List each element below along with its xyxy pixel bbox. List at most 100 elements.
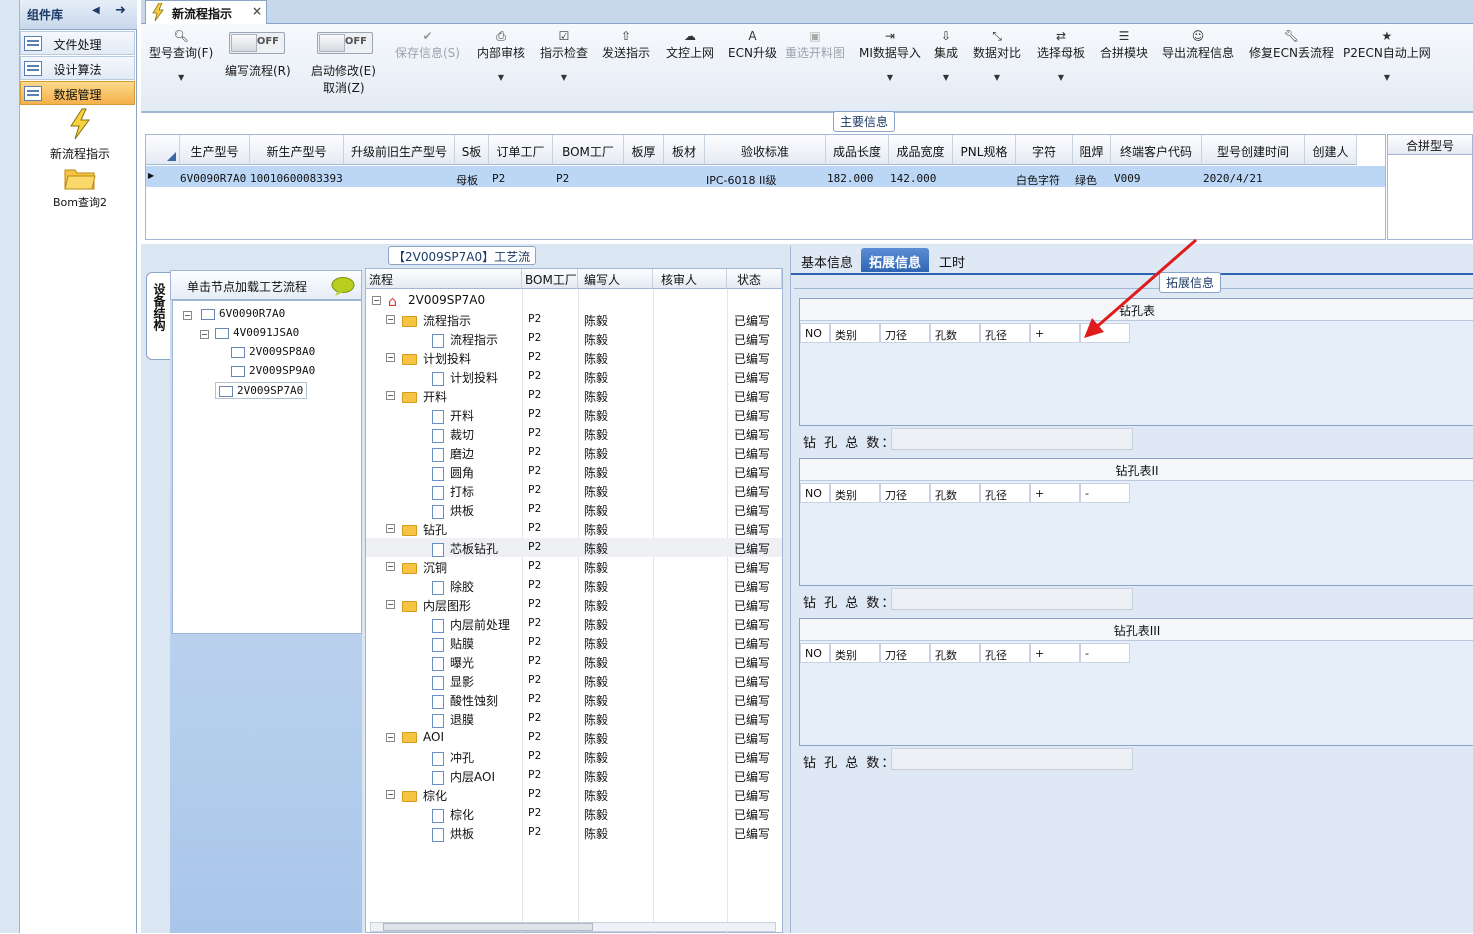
sidebar-item-data-management[interactable]: 数据管理 (20, 81, 135, 105)
drill-column-header[interactable]: - (1080, 483, 1130, 503)
drill-column-header[interactable]: NO (800, 483, 830, 503)
flow-row[interactable]: 开料 P2 陈毅 已编写 (366, 405, 782, 424)
merge-module-button[interactable]: ☰ 合拼模块 (1100, 28, 1148, 61)
write-flow-toggle[interactable]: OFF (229, 32, 285, 54)
flow-row[interactable]: 打标 P2 陈毅 已编写 (366, 481, 782, 500)
reselect-cutting-chart-button[interactable]: ▣ 重选开料图 (785, 28, 845, 61)
grid-header[interactable]: 字符 (1016, 135, 1073, 165)
drill-column-header[interactable]: 刀径 (880, 323, 930, 343)
tile-new-process[interactable]: 新流程指示 (40, 108, 120, 161)
drill-column-header[interactable]: - (1080, 643, 1130, 663)
send-instruction-button[interactable]: ⇧ 发送指示 (602, 28, 650, 61)
start-modify-toggle[interactable]: OFF (317, 32, 373, 54)
cancel-modify-label[interactable]: 取消(Z) (323, 79, 365, 96)
drill-column-header[interactable]: + (1030, 483, 1080, 503)
tab-equipment-structure[interactable]: 设备结构 (146, 272, 170, 360)
flow-row[interactable]: 裁切 P2 陈毅 已编写 (366, 424, 782, 443)
collapse-icon[interactable]: − (386, 524, 395, 533)
grid-header[interactable]: 型号创建时间 (1202, 135, 1305, 165)
drill-column-header[interactable]: 刀径 (880, 643, 930, 663)
speech-bubble-icon[interactable] (331, 277, 355, 297)
drill-column-header[interactable]: 孔径 (980, 483, 1030, 503)
export-flow-info-button[interactable]: ☺ 导出流程信息 (1162, 28, 1234, 61)
flow-row[interactable]: − 钻孔 P2 陈毅 已编写 (366, 519, 782, 538)
grid-header[interactable]: 生产型号 (180, 135, 250, 165)
grid-header[interactable]: 升级前旧生产型号 (344, 135, 455, 165)
tab-new-process[interactable]: 新流程指示 × (145, 0, 267, 24)
model-query-button[interactable]: 🔍︎ 型号查询(F) ▼ (149, 28, 213, 82)
drill-column-header[interactable]: + (1030, 323, 1080, 343)
collapse-icon[interactable]: − (386, 353, 395, 362)
collapse-icon[interactable]: − (386, 600, 395, 609)
flow-row[interactable]: 除胶 P2 陈毅 已编写 (366, 576, 782, 595)
table-row[interactable]: ▶ 6V0090R7A0 10010600083393 母板 P2 P2 IPC… (146, 166, 1385, 187)
tree-node[interactable]: 2V009SP9A0 (231, 364, 315, 377)
collapse-icon[interactable]: − (386, 315, 395, 324)
drill-column-header[interactable]: + (1030, 643, 1080, 663)
tab-work-hours[interactable]: 工时 (931, 248, 973, 272)
flow-row[interactable]: − 计划投料 P2 陈毅 已编写 (366, 348, 782, 367)
data-compare-button[interactable]: ⤡ 数据对比 ▼ (973, 28, 1021, 82)
drill-total-field[interactable] (891, 428, 1133, 450)
collapse-icon[interactable]: − (386, 790, 395, 799)
drill-column-header[interactable]: 类别 (830, 643, 880, 663)
tree-node-selected[interactable]: 2V009SP7A0 (215, 382, 308, 399)
select-mother-board-button[interactable]: ⇄ 选择母板 ▼ (1037, 28, 1085, 82)
save-info-button[interactable]: ✔ 保存信息(S) (395, 28, 460, 61)
flow-row[interactable]: 酸性蚀刻 P2 陈毅 已编写 (366, 690, 782, 709)
close-tab-icon[interactable]: × (252, 4, 262, 18)
grid-header[interactable]: 成品长度 (826, 135, 889, 165)
flow-header[interactable]: 流程 (366, 269, 522, 289)
flow-row[interactable]: 芯板钻孔 P2 陈毅 已编写 (366, 538, 782, 557)
flow-row[interactable]: 计划投料 P2 陈毅 已编写 (366, 367, 782, 386)
internal-review-button[interactable]: ⎙ 内部审核 ▼ (477, 28, 525, 82)
grid-header[interactable]: 阻焊 (1073, 135, 1111, 165)
mi-data-import-button[interactable]: ⇥ MI数据导入 ▼ (859, 28, 921, 82)
merge-model-list[interactable]: 合拼型号 (1387, 134, 1473, 240)
flow-row[interactable]: − ⌂ 2V009SP7A0 (366, 291, 782, 310)
drill-total-field[interactable] (891, 748, 1133, 770)
collapse-icon[interactable]: − (372, 296, 381, 305)
grid-header[interactable]: BOM工厂 (553, 135, 624, 165)
flow-row[interactable]: 内层前处理 P2 陈毅 已编写 (366, 614, 782, 633)
flow-row[interactable]: 冲孔 P2 陈毅 已编写 (366, 747, 782, 766)
grid-header[interactable]: 创建人 (1305, 135, 1357, 165)
flow-row[interactable]: − AOI P2 陈毅 已编写 (366, 728, 782, 747)
flow-row[interactable]: 曝光 P2 陈毅 已编写 (366, 652, 782, 671)
sidebar-item-design-algorithm[interactable]: 设计算法 (20, 56, 135, 80)
drill-column-header[interactable]: 孔径 (980, 323, 1030, 343)
flow-row[interactable]: − 沉铜 P2 陈毅 已编写 (366, 557, 782, 576)
tile-bom-query[interactable]: Bom查询2 (40, 166, 120, 212)
grid-header[interactable]: PNL规格 (953, 135, 1016, 165)
instruction-check-button[interactable]: ☑ 指示检查 ▼ (540, 28, 588, 82)
flow-row[interactable]: − 流程指示 P2 陈毅 已编写 (366, 310, 782, 329)
tab-basic-info[interactable]: 基本信息 (793, 248, 861, 272)
drill-column-header[interactable]: 类别 (830, 323, 880, 343)
drill-column-header[interactable]: 孔数 (930, 483, 980, 503)
drill-total-field[interactable] (891, 588, 1133, 610)
grid-header[interactable]: 板厚 (624, 135, 664, 165)
horizontal-scrollbar[interactable] (370, 922, 776, 932)
grid-header[interactable]: 订单工厂 (489, 135, 553, 165)
drill-column-header[interactable]: NO (800, 643, 830, 663)
flow-header[interactable]: 编写人 (578, 269, 653, 289)
drill-column-header[interactable]: 类别 (830, 483, 880, 503)
flow-header[interactable]: 状态 (727, 269, 782, 289)
collapse-left-icon[interactable]: ◀ (92, 5, 100, 16)
flow-row[interactable]: 圆角 P2 陈毅 已编写 (366, 462, 782, 481)
flow-row[interactable]: − 棕化 P2 陈毅 已编写 (366, 785, 782, 804)
flow-header[interactable]: BOM工厂 (522, 269, 578, 289)
flow-row[interactable]: 烘板 P2 陈毅 已编写 (366, 823, 782, 842)
pin-icon[interactable]: ➜ (115, 3, 126, 18)
collapse-icon[interactable]: − (386, 562, 395, 571)
flow-row[interactable]: − 开料 P2 陈毅 已编写 (366, 386, 782, 405)
tab-extended-info[interactable]: 拓展信息 (861, 248, 930, 272)
ecn-upgrade-button[interactable]: A ECN升级 (728, 28, 777, 61)
integrate-button[interactable]: ⇩ 集成 ▼ (934, 28, 958, 82)
drill-column-header[interactable]: 孔数 (930, 643, 980, 663)
collapse-icon[interactable]: − (386, 391, 395, 400)
flow-header[interactable]: 核审人 (653, 269, 727, 289)
collapse-icon[interactable]: − (386, 733, 395, 742)
flow-row[interactable]: 棕化 P2 陈毅 已编写 (366, 804, 782, 823)
grid-header[interactable]: 验收标准 (705, 135, 826, 165)
